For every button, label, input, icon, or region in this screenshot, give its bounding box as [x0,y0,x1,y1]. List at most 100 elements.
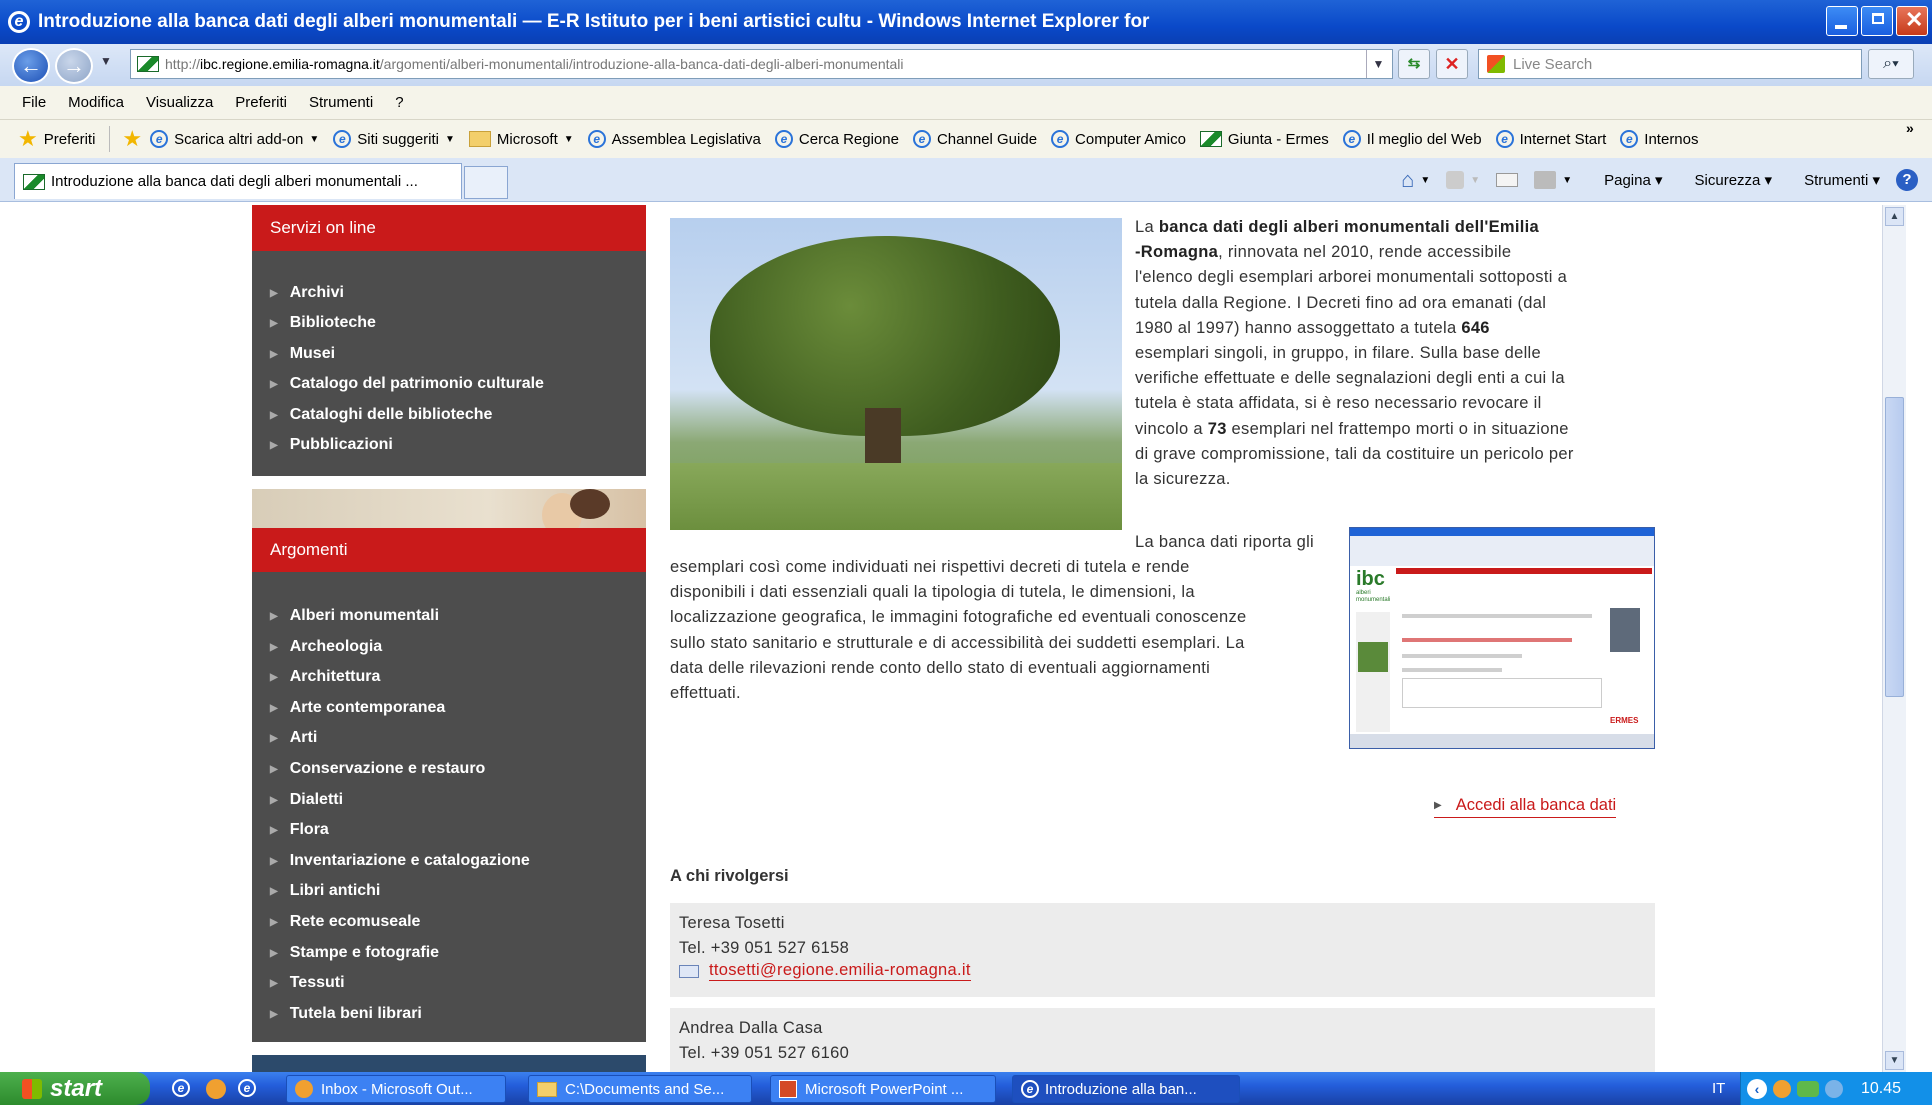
servizi-item-pubblicazioni[interactable]: ▶ Pubblicazioni [270,436,393,454]
taskbar-item-powerpoint[interactable]: Microsoft PowerPoint ... [770,1075,996,1103]
menu-help[interactable]: ? [395,94,403,111]
page-menu[interactable]: Pagina ▾ [1588,171,1662,189]
forward-button[interactable]: → [55,48,93,84]
menu-preferiti[interactable]: Preferiti [235,94,287,111]
tray-expand-icon[interactable]: ‹ [1747,1078,1767,1099]
thumb-red-bar [1396,568,1652,574]
contact-email-link[interactable]: ttosetti@regione.emilia-romagna.it [679,961,971,981]
mail-icon[interactable] [1496,173,1519,187]
fav-meglio-del-web[interactable]: e Il meglio del Web [1342,130,1482,148]
taskbar-item-internet-explorer[interactable]: e Introduzione alla ban... [1012,1075,1240,1103]
argomenti-item-9[interactable]: ▶ Libri antichi [270,882,380,900]
argomenti-item-0[interactable]: ▶ Alberi monumentali [270,607,439,625]
argomenti-item-4[interactable]: ▶ Arti [270,729,317,747]
argomenti-item-11[interactable]: ▶ Stampe e fotografie [270,944,439,962]
back-arrow-icon: ← [20,53,42,78]
servizi-title: Servizi on line [270,218,376,237]
arrow-right-icon: ▶ [270,855,278,867]
argomenti-item-6[interactable]: ▶ Dialetti [270,791,343,809]
more-favorites-icon[interactable]: » [1906,120,1914,136]
servizi-item-cataloghi-biblioteche[interactable]: ▶ Cataloghi delle biblioteche [270,406,492,424]
taskbar-item-explorer[interactable]: C:\Documents and Se... [528,1075,752,1103]
menu-bar: File Modifica Visualizza Preferiti Strum… [0,86,1932,120]
access-database-link[interactable]: ▶ Accedi alla banca dati [1434,796,1617,818]
new-tab-button[interactable] [464,166,508,199]
fav-siti-suggeriti[interactable]: e Siti suggeriti ▼ [333,130,455,148]
security-menu[interactable]: Sicurezza ▾ [1679,171,1773,189]
argomenti-item-5[interactable]: ▶ Conservazione e restauro [270,760,485,778]
region-flag-icon [1199,131,1222,147]
stop-button[interactable]: ✕ [1436,49,1468,79]
tools-menu[interactable]: Strumenti ▾ [1788,171,1880,189]
scroll-down-icon[interactable]: ▼ [1885,1051,1904,1070]
chevron-down-icon[interactable]: ▼ [1420,175,1430,186]
tray-antivirus-icon[interactable] [1825,1079,1843,1098]
recent-pages-dropdown-icon[interactable]: ▼ [100,54,112,68]
menu-modifica[interactable]: Modifica [68,94,124,111]
print-icon[interactable] [1534,171,1557,189]
fav-internos[interactable]: e Internos [1620,130,1699,148]
tray-network-icon[interactable] [1797,1080,1819,1097]
scrollbar-thumb[interactable] [1885,397,1904,697]
minimize-button[interactable] [1826,6,1858,36]
argomenti-item-12[interactable]: ▶ Tessuti [270,974,345,992]
address-dropdown-icon[interactable]: ▼ [1366,50,1390,78]
servizi-item-musei[interactable]: ▶ Musei [270,345,335,363]
fav-computer-amico[interactable]: e Computer Amico [1051,130,1186,148]
input-language[interactable]: IT [1712,1080,1725,1097]
argomenti-item-10[interactable]: ▶ Rete ecomuseale [270,913,420,931]
refresh-button[interactable]: ⇆ [1398,49,1430,79]
text-run: , rinnovata nel 2010, rende accessibile [1218,243,1512,262]
start-button[interactable]: start [0,1072,150,1105]
browser-tab-active[interactable]: Introduzione alla banca dati degli alber… [14,163,462,199]
quicklaunch-ie-alt-icon[interactable]: e [238,1079,256,1097]
argomenti-item-2[interactable]: ▶ Architettura [270,668,380,686]
vertical-scrollbar[interactable]: ▲ ▼ [1882,205,1906,1072]
menu-visualizza[interactable]: Visualizza [146,94,213,111]
servizi-item-catalogo[interactable]: ▶ Catalogo del patrimonio culturale [270,375,544,393]
favorites-button[interactable]: ★ Preferiti [18,126,95,152]
argomenti-item-1[interactable]: ▶ Archeologia [270,638,382,656]
fav-scarica-add-on[interactable]: e Scarica altri add-on ▼ [150,130,319,148]
minimize-icon [1835,25,1847,29]
fav-giunta-ermes[interactable]: Giunta - Ermes [1199,131,1329,148]
argomenti-item-13[interactable]: ▶ Tutela beni librari [270,1005,422,1023]
home-icon[interactable]: ⌂ [1401,167,1414,193]
close-window-button[interactable]: ✕ [1896,6,1928,36]
chevron-down-icon[interactable]: ▼ [1562,175,1572,186]
magnifier-icon: ⌕▾ [1883,55,1899,72]
search-button[interactable]: ⌕▾ [1868,49,1914,79]
scroll-up-icon[interactable]: ▲ [1885,207,1904,226]
menu-item-label: Musei [289,345,336,362]
servizi-item-archivi[interactable]: ▶ Archivi [270,284,344,302]
database-screenshot-thumbnail[interactable]: ibc alberi monumentali ERMES [1349,527,1655,749]
fav-internet-start[interactable]: e Internet Start [1495,130,1606,148]
argomenti-item-3[interactable]: ▶ Arte contemporanea [270,699,445,717]
restore-button[interactable] [1861,6,1893,36]
fav-channel-guide[interactable]: e Channel Guide [912,130,1037,148]
rss-feed-icon[interactable] [1446,171,1465,189]
fav-assemblea-legislativa[interactable]: e Assemblea Legislativa [587,130,761,148]
help-icon[interactable]: ? [1896,169,1918,191]
tray-outlook-icon[interactable] [1773,1079,1791,1098]
menu-strumenti[interactable]: Strumenti [309,94,373,111]
servizi-item-biblioteche[interactable]: ▶ Biblioteche [270,314,376,332]
argomenti-item-7[interactable]: ▶ Flora [270,821,329,839]
ie-page-icon: e [1495,130,1514,148]
arrow-right-icon: ▶ [270,671,278,683]
fav-cerca-regione[interactable]: e Cerca Regione [774,130,899,148]
contact-name: Andrea Dalla Casa [679,1019,823,1037]
tree-trunk [865,408,901,468]
fav-microsoft[interactable]: Microsoft ▼ [468,131,574,148]
arrow-right-icon: ▶ [270,977,278,989]
search-input[interactable]: Live Search [1478,49,1862,79]
address-bar[interactable]: http://ibc.regione.emilia-romagna.it/arg… [130,49,1393,79]
argomenti-item-8[interactable]: ▶ Inventariazione e catalogazione [270,852,530,870]
menu-file[interactable]: File [22,94,46,111]
add-favorite-icon[interactable]: ★ [122,126,142,152]
quicklaunch-outlook-icon[interactable] [206,1079,226,1099]
quicklaunch-ie-icon[interactable]: e [172,1079,190,1097]
back-button[interactable]: ← [12,48,50,84]
taskbar-item-outlook[interactable]: Inbox - Microsoft Out... [286,1075,506,1103]
stop-icon: ✕ [1444,54,1460,74]
